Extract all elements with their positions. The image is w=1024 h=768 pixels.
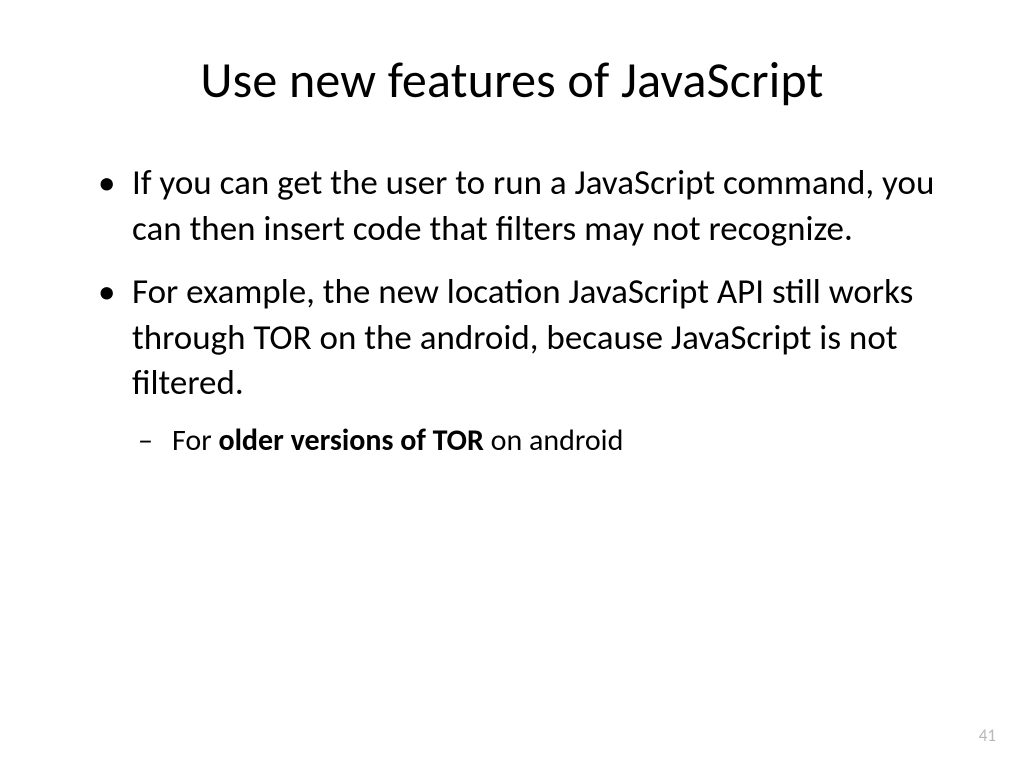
bullet-text: For example, the new location JavaScript…: [132, 271, 913, 404]
slide-title: Use new features of JavaScript: [70, 50, 954, 111]
slide-content: If you can get the user to run a JavaScr…: [70, 161, 954, 460]
page-number: 41: [979, 725, 996, 746]
sub-bullet-item: For older versions of TOR on android: [132, 421, 954, 460]
slide: Use new features of JavaScript If you ca…: [0, 0, 1024, 768]
sub-bullet-suffix: on android: [484, 422, 623, 459]
sub-bullet-list: For older versions of TOR on android: [132, 421, 954, 460]
sub-bullet-prefix: For: [172, 422, 218, 459]
bullet-item: If you can get the user to run a JavaScr…: [90, 161, 954, 252]
sub-bullet-bold: older versions of TOR: [218, 422, 483, 459]
bullet-list: If you can get the user to run a JavaScr…: [90, 161, 954, 460]
bullet-text: If you can get the user to run a JavaScr…: [132, 162, 934, 250]
bullet-item: For example, the new location JavaScript…: [90, 270, 954, 460]
